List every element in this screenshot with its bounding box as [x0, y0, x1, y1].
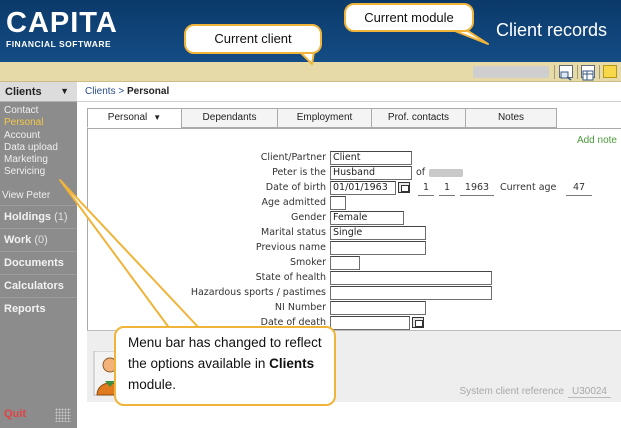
tab-personal-label: Personal — [107, 112, 148, 123]
logo-main-text: CAPITA — [6, 7, 118, 39]
relation-of-text: of — [416, 166, 464, 180]
age-admitted-label: Age admitted — [261, 197, 326, 208]
menu-bar-callout: Menu bar has changed to reflect the opti… — [114, 326, 336, 406]
sidebar-item-servicing[interactable]: Servicing — [4, 166, 77, 178]
add-note-link[interactable]: Add note — [577, 135, 617, 146]
module-selector-label: Clients — [5, 86, 42, 98]
view-client-link[interactable]: View Peter — [0, 179, 77, 201]
client-partner-label: Client/Partner — [260, 152, 326, 163]
previous-name-input[interactable] — [330, 241, 426, 255]
toolbar — [0, 62, 621, 82]
system-client-reference: System client reference U30024 — [459, 386, 611, 398]
state-of-health-label: State of health — [255, 272, 326, 283]
grid-view-icon[interactable] — [581, 65, 595, 81]
current-age-label: Current age — [500, 182, 557, 193]
personal-form-panel: Add note Client/Partner Client Peter is … — [87, 128, 621, 330]
chevron-down-icon: ▼ — [153, 113, 162, 122]
menu-note-line2: the options available in — [128, 356, 266, 371]
toolbar-separator — [577, 65, 578, 79]
smoker-select[interactable] — [330, 256, 360, 270]
tab-dependants[interactable]: Dependants — [181, 108, 277, 128]
tab-notes[interactable]: Notes — [465, 108, 557, 128]
menu-note-line1: Menu bar has changed to reflect — [128, 335, 322, 350]
capita-logo: CAPITA FINANCIAL SOFTWARE — [6, 8, 118, 49]
partner-name-redacted — [429, 168, 464, 177]
system-ref-value: U30024 — [567, 386, 611, 398]
system-ref-label: System client reference — [459, 386, 564, 397]
dob-label: Date of birth — [265, 182, 326, 193]
gender-select[interactable]: Female — [330, 211, 404, 225]
sidebar-section-calculators[interactable]: Calculators — [0, 273, 77, 297]
sidebar-submenu: Contact Personal Account Data upload Mar… — [0, 102, 77, 179]
sidebar-item-marketing[interactable]: Marketing — [4, 154, 77, 166]
holdings-label: Holdings — [4, 210, 52, 223]
module-title: Client records — [495, 20, 607, 40]
sidebar-item-personal[interactable]: Personal — [4, 117, 77, 129]
toolbar-separator — [599, 65, 600, 79]
hazardous-input[interactable] — [330, 286, 492, 300]
sidebar-section-holdings[interactable]: Holdings (1) — [0, 204, 77, 228]
dob-input[interactable]: 01/01/1963 — [330, 181, 396, 195]
calendar-icon[interactable] — [398, 182, 410, 193]
previous-name-label: Previous name — [255, 242, 326, 253]
gender-label: Gender — [290, 212, 326, 223]
dob-year: 1963 — [460, 181, 494, 196]
current-age-value: 47 — [566, 181, 592, 196]
sidebar-section-reports[interactable]: Reports — [0, 296, 77, 320]
dob-month: 1 — [439, 181, 455, 196]
sidebar-section-work[interactable]: Work (0) — [0, 227, 77, 251]
breadcrumb-separator: > — [118, 86, 125, 97]
breadcrumb-current: Personal — [126, 86, 170, 97]
ni-number-input[interactable] — [330, 301, 426, 315]
sidebar-section-documents[interactable]: Documents — [0, 250, 77, 274]
sidebar-item-data-upload[interactable]: Data upload — [4, 142, 77, 154]
work-label: Work — [4, 233, 32, 246]
quit-button[interactable]: Quit — [4, 408, 26, 420]
sidebar-item-contact[interactable]: Contact — [4, 105, 77, 117]
breadcrumb: Clients > Personal — [85, 86, 169, 97]
search-client-icon[interactable] — [559, 65, 573, 81]
toolbar-separator — [554, 65, 555, 79]
logo-sub-text: FINANCIAL SOFTWARE — [6, 39, 112, 49]
client-partner-select[interactable]: Client — [330, 151, 412, 165]
current-client-name-redacted — [473, 66, 549, 78]
of-label: of — [416, 167, 426, 178]
sidebar: Clients ▼ Contact Personal Account Data … — [0, 82, 77, 428]
chevron-down-icon: ▼ — [60, 86, 69, 96]
date-of-death-input[interactable] — [330, 316, 410, 330]
holdings-count: (1) — [54, 210, 68, 223]
ni-number-label: NI Number — [274, 302, 326, 313]
smoker-label: Smoker — [289, 257, 326, 268]
breadcrumb-divider — [77, 101, 621, 102]
resize-grip-icon[interactable] — [55, 408, 71, 422]
tab-personal[interactable]: Personal ▼ — [87, 108, 181, 128]
marital-status-label: Marital status — [261, 227, 326, 238]
menu-note-bold: Clients — [269, 356, 315, 371]
relation-select[interactable]: Husband — [330, 166, 412, 180]
module-selector[interactable]: Clients ▼ — [0, 82, 77, 102]
calendar-icon[interactable] — [412, 317, 424, 328]
marital-status-select[interactable]: Single — [330, 226, 426, 240]
current-module-callout: Current module — [344, 3, 474, 32]
current-client-callout: Current client — [184, 24, 322, 54]
menu-note-line2-wrap: the options available in Clients — [128, 353, 334, 374]
dob-day: 1 — [418, 181, 434, 196]
breadcrumb-clients-link[interactable]: Clients — [85, 86, 116, 97]
tab-prof-contacts[interactable]: Prof. contacts — [371, 108, 465, 128]
sticky-note-icon[interactable] — [603, 65, 617, 78]
tab-bar: Personal ▼ Dependants Employment Prof. co… — [87, 108, 557, 128]
work-count: (0) — [34, 233, 48, 246]
relation-label: Peter is the — [272, 167, 326, 178]
menu-note-line3: module. — [128, 377, 177, 392]
sidebar-item-account[interactable]: Account — [4, 130, 77, 142]
age-admitted-checkbox[interactable] — [330, 196, 346, 210]
tab-employment[interactable]: Employment — [277, 108, 371, 128]
state-of-health-input[interactable] — [330, 271, 492, 285]
hazardous-label: Hazardous sports / pastimes — [190, 287, 326, 298]
